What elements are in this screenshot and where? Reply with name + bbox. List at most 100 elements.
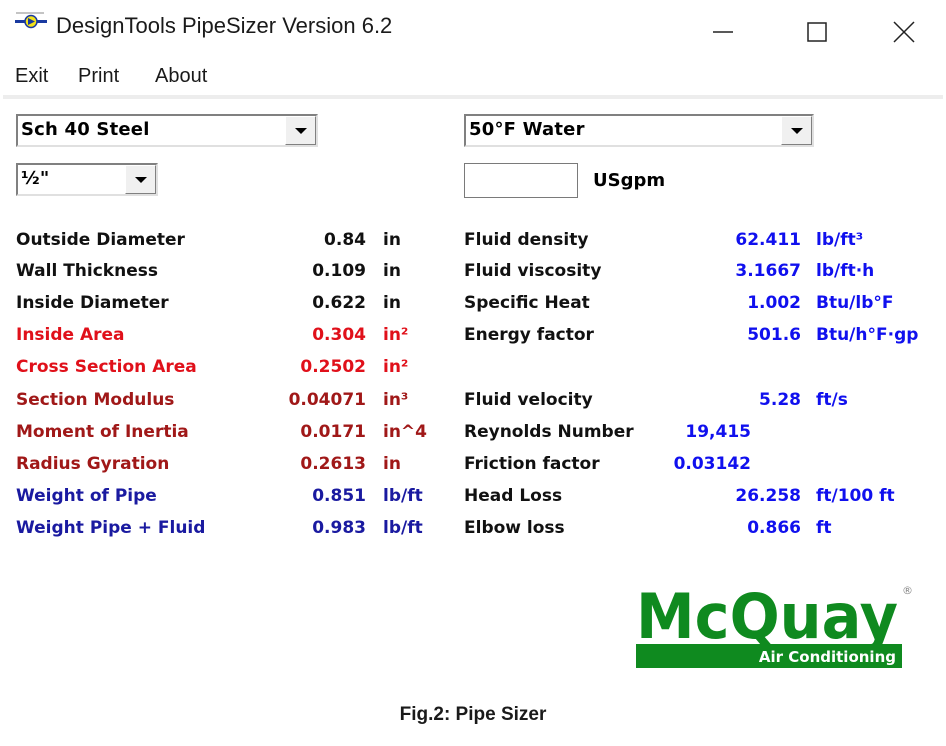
fluid-property-row: Fluid viscosity 3.1667 lb/ft·h — [464, 261, 946, 287]
property-unit: in² — [383, 357, 409, 377]
result-label: Fluid velocity — [464, 390, 593, 410]
result-unit: ft/s — [816, 390, 848, 410]
menu-about[interactable]: About — [155, 65, 207, 88]
result-label: Head Loss — [464, 486, 563, 506]
fluid-select[interactable]: 50°F Water — [464, 114, 814, 147]
property-value: 0.84 — [324, 230, 366, 250]
result-value: 26.258 — [735, 486, 801, 506]
property-unit: lb/ft — [383, 518, 423, 538]
menu-exit[interactable]: Exit — [15, 65, 48, 88]
property-label: Weight of Pipe — [16, 486, 157, 506]
logo-registered-mark: ® — [902, 584, 913, 597]
result-value: 19,415 — [685, 422, 751, 442]
property-unit: in² — [383, 325, 409, 345]
property-unit: in — [383, 230, 401, 250]
pipe-pump-icon — [15, 12, 47, 29]
property-value: 62.411 — [735, 230, 801, 250]
property-unit: in³ — [383, 390, 409, 410]
property-label: Specific Heat — [464, 293, 590, 313]
property-unit: in — [383, 261, 401, 281]
pipe-size-select[interactable]: ½" — [16, 163, 158, 196]
pipe-property-row: Weight of Pipe 0.851 lb/ft — [16, 486, 446, 512]
property-value: 0.622 — [312, 293, 366, 313]
flow-rate-input[interactable] — [464, 163, 578, 198]
maximize-button[interactable] — [797, 8, 837, 44]
property-unit: Btu/h°F·gp — [816, 325, 919, 345]
title-bar: DesignTools PipeSizer Version 6.2 — [0, 0, 946, 52]
window-title: DesignTools PipeSizer Version 6.2 — [56, 13, 393, 38]
property-value: 0.851 — [312, 486, 366, 506]
property-unit: in^4 — [383, 422, 428, 442]
property-value: 3.1667 — [735, 261, 801, 281]
menu-print[interactable]: Print — [78, 65, 119, 88]
pipe-property-row: Cross Section Area 0.2502 in² — [16, 357, 446, 383]
fluid-property-row: Energy factor 501.6 Btu/h°F·gp — [464, 325, 946, 351]
logo-brand: McQuay — [636, 580, 898, 653]
property-value: 1.002 — [747, 293, 801, 313]
fluid-property-row: Specific Heat 1.002 Btu/lb°F — [464, 293, 946, 319]
pipe-size-select-value: ½" — [21, 168, 50, 189]
menu-bar: Exit Print About — [0, 62, 946, 94]
property-unit: lb/ft·h — [816, 261, 875, 281]
mcquay-logo: McQuay ® Air Conditioning — [636, 580, 913, 668]
pipe-property-row: Moment of Inertia 0.0171 in^4 — [16, 422, 446, 448]
flow-result-row: Head Loss 26.258 ft/100 ft — [464, 486, 946, 512]
result-value: 0.866 — [747, 518, 801, 538]
property-label: Radius Gyration — [16, 454, 170, 474]
flow-result-row: Friction factor 0.03142 — [464, 454, 946, 480]
result-value: 5.28 — [759, 390, 801, 410]
pipe-property-row: Weight Pipe + Fluid 0.983 lb/ft — [16, 518, 446, 544]
property-label: Inside Diameter — [16, 293, 169, 313]
chevron-down-icon[interactable] — [781, 116, 812, 145]
menu-separator — [3, 95, 943, 99]
result-label: Reynolds Number — [464, 422, 634, 442]
property-label: Wall Thickness — [16, 261, 158, 281]
chevron-down-icon[interactable] — [285, 116, 316, 145]
flow-rate-unit: USgpm — [593, 170, 666, 191]
property-unit: in — [383, 454, 401, 474]
property-label: Energy factor — [464, 325, 594, 345]
close-button[interactable] — [884, 8, 924, 44]
property-value: 0.304 — [312, 325, 366, 345]
property-label: Fluid viscosity — [464, 261, 602, 281]
property-value: 0.2613 — [300, 454, 366, 474]
pipe-property-row: Inside Diameter 0.622 in — [16, 293, 446, 319]
pipe-property-row: Inside Area 0.304 in² — [16, 325, 446, 351]
result-unit: ft/100 ft — [816, 486, 895, 506]
maximize-icon — [807, 22, 827, 42]
property-value: 0.0171 — [300, 422, 366, 442]
material-select[interactable]: Sch 40 Steel — [16, 114, 318, 147]
result-unit: ft — [816, 518, 832, 538]
result-value: 0.03142 — [673, 454, 751, 474]
property-value: 501.6 — [747, 325, 801, 345]
property-value: 0.2502 — [300, 357, 366, 377]
flow-result-row: Fluid velocity 5.28 ft/s — [464, 390, 946, 416]
property-unit: in — [383, 293, 401, 313]
property-label: Inside Area — [16, 325, 125, 345]
property-label: Weight Pipe + Fluid — [16, 518, 206, 538]
chevron-down-icon[interactable] — [125, 165, 156, 194]
property-value: 0.109 — [312, 261, 366, 281]
property-value: 0.04071 — [288, 390, 366, 410]
result-label: Friction factor — [464, 454, 600, 474]
minimize-icon — [713, 31, 733, 33]
property-value: 0.983 — [312, 518, 366, 538]
minimize-button[interactable] — [703, 8, 743, 44]
property-unit: Btu/lb°F — [816, 293, 894, 313]
fluid-select-value: 50°F Water — [469, 119, 585, 140]
property-label: Outside Diameter — [16, 230, 185, 250]
pipe-property-row: Section Modulus 0.04071 in³ — [16, 390, 446, 416]
property-label: Cross Section Area — [16, 357, 197, 377]
property-unit: lb/ft — [383, 486, 423, 506]
flow-result-row: Elbow loss 0.866 ft — [464, 518, 946, 544]
flow-result-row: Reynolds Number 19,415 — [464, 422, 946, 448]
result-label: Elbow loss — [464, 518, 565, 538]
property-label: Moment of Inertia — [16, 422, 189, 442]
logo-tagline: Air Conditioning — [759, 648, 896, 666]
property-unit: lb/ft³ — [816, 230, 864, 250]
property-label: Fluid density — [464, 230, 589, 250]
figure-caption: Fig.2: Pipe Sizer — [399, 704, 547, 725]
pipe-property-row: Outside Diameter 0.84 in — [16, 230, 446, 256]
property-label: Section Modulus — [16, 390, 175, 410]
material-select-value: Sch 40 Steel — [21, 119, 150, 140]
